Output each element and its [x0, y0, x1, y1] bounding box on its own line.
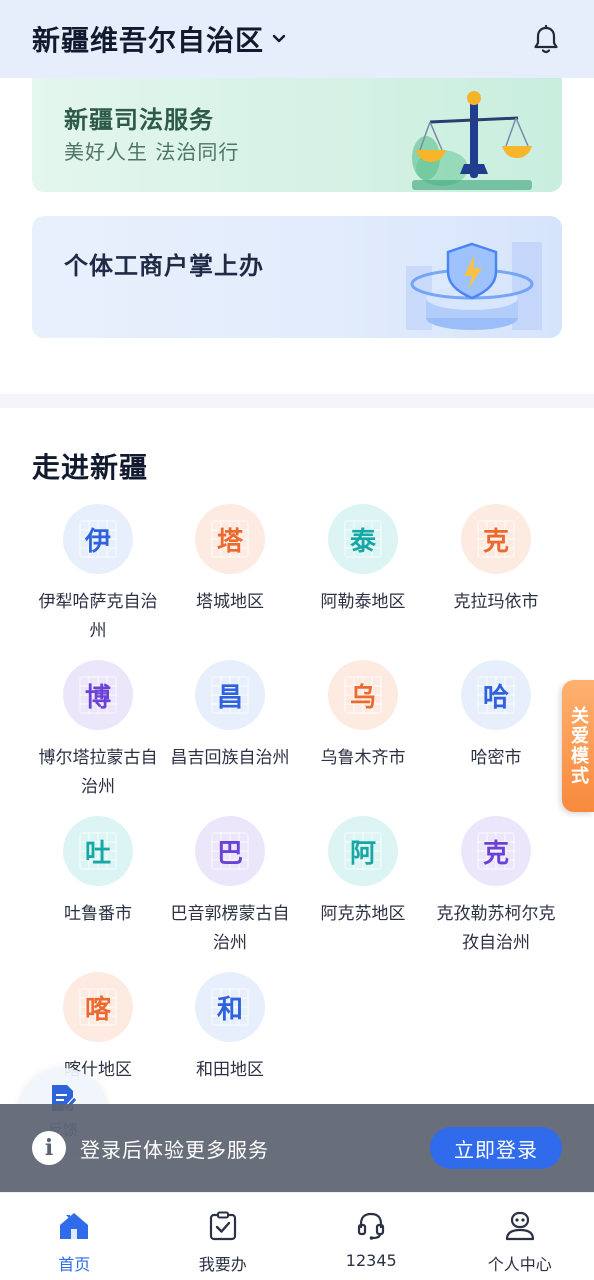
region-item[interactable]: 塔 塔城地区: [164, 504, 296, 617]
region-item[interactable]: 和 和田地区: [164, 972, 296, 1085]
region-badge: 和: [195, 972, 265, 1042]
region-label: 阿克苏地区: [320, 904, 406, 924]
region-item[interactable]: 阿 阿克苏地区: [297, 816, 429, 929]
region-label: 巴音郭楞蒙古自治州: [170, 904, 290, 953]
chevron-down-icon: [270, 30, 288, 48]
top-header: 新疆维吾尔自治区: [0, 0, 594, 78]
nav-label: 首页: [58, 1255, 91, 1274]
scales-of-justice-icon: [402, 88, 542, 192]
clipboard-check-icon: [208, 1211, 238, 1245]
region-item[interactable]: 喀 喀什地区: [32, 972, 164, 1085]
justice-banner-subtitle: 美好人生 法治同行: [64, 140, 240, 164]
region-item[interactable]: 泰 阿勒泰地区: [297, 504, 429, 617]
region-badge: 哈: [461, 660, 531, 730]
region-selector[interactable]: 新疆维吾尔自治区: [32, 19, 288, 59]
bottom-nav: 首页 我要办 12345 个人中心: [0, 1192, 594, 1280]
region-badge: 克: [461, 504, 531, 574]
region-badge: 泰: [328, 504, 398, 574]
section-title: 走进新疆: [32, 451, 149, 484]
region-label: 克孜勒苏柯尔克孜自治州: [436, 904, 556, 953]
region-item[interactable]: 博 博尔塔拉蒙古自治州: [32, 660, 164, 802]
region-badge: 昌: [195, 660, 265, 730]
bell-icon[interactable]: [532, 24, 560, 56]
justice-service-banner[interactable]: 新疆司法服务 美好人生 法治同行: [32, 78, 562, 192]
nav-item-profile[interactable]: 个人中心: [446, 1193, 594, 1280]
region-label: 阿勒泰地区: [320, 592, 406, 612]
user-icon: [503, 1211, 537, 1245]
region-label: 和田地区: [196, 1060, 264, 1080]
region-item[interactable]: 巴 巴音郭楞蒙古自治州: [164, 816, 296, 958]
region-badge: 博: [63, 660, 133, 730]
region-title: 新疆维吾尔自治区: [32, 24, 265, 57]
region-badge: 乌: [328, 660, 398, 730]
nav-label: 个人中心: [487, 1255, 552, 1274]
nav-item-home[interactable]: 首页: [0, 1193, 149, 1280]
region-item[interactable]: 伊 伊犁哈萨克自治州: [32, 504, 164, 646]
region-label: 伊犁哈萨克自治州: [38, 592, 158, 641]
section-divider: [0, 394, 594, 408]
justice-banner-title: 新疆司法服务: [64, 106, 214, 134]
region-item[interactable]: 昌 昌吉回族自治州: [164, 660, 296, 773]
region-badge: 伊: [63, 504, 133, 574]
region-badge: 巴: [195, 816, 265, 886]
individual-business-banner[interactable]: 个体工商户掌上办: [32, 216, 562, 338]
region-item[interactable]: 吐 吐鲁番市: [32, 816, 164, 929]
region-badge: 吐: [63, 816, 133, 886]
region-badge: 阿: [328, 816, 398, 886]
region-label: 昌吉回族自治州: [170, 748, 290, 768]
region-label: 哈密市: [470, 748, 522, 768]
region-label: 克拉玛依市: [453, 592, 539, 612]
region-badge: 塔: [195, 504, 265, 574]
nav-item-todo[interactable]: 我要办: [149, 1193, 298, 1280]
shield-platform-icon: [392, 222, 552, 338]
login-button[interactable]: 立即登录: [430, 1127, 562, 1169]
nav-label: 12345: [345, 1251, 397, 1270]
region-badge: 喀: [63, 972, 133, 1042]
business-banner-title: 个体工商户掌上办: [64, 252, 264, 280]
info-icon: i: [32, 1131, 66, 1165]
region-item[interactable]: 乌 乌鲁木齐市: [297, 660, 429, 773]
region-badge: 克: [461, 816, 531, 886]
login-prompt-bar: i 登录后体验更多服务 立即登录: [0, 1104, 594, 1192]
region-label: 吐鲁番市: [64, 904, 132, 924]
region-label: 乌鲁木齐市: [320, 748, 406, 768]
nav-item-12345[interactable]: 12345: [297, 1193, 446, 1280]
region-label: 塔城地区: [196, 592, 264, 612]
care-mode-tab[interactable]: 关爱模式: [562, 680, 594, 812]
region-item[interactable]: 克 克孜勒苏柯尔克孜自治州: [430, 816, 562, 958]
home-icon: [58, 1211, 90, 1245]
region-label: 博尔塔拉蒙古自治州: [38, 748, 158, 797]
login-prompt-text: 登录后体验更多服务: [80, 1137, 269, 1162]
headset-icon: [356, 1211, 386, 1245]
region-item[interactable]: 克 克拉玛依市: [430, 504, 562, 617]
nav-label: 我要办: [198, 1255, 247, 1274]
region-item[interactable]: 哈 哈密市: [430, 660, 562, 773]
